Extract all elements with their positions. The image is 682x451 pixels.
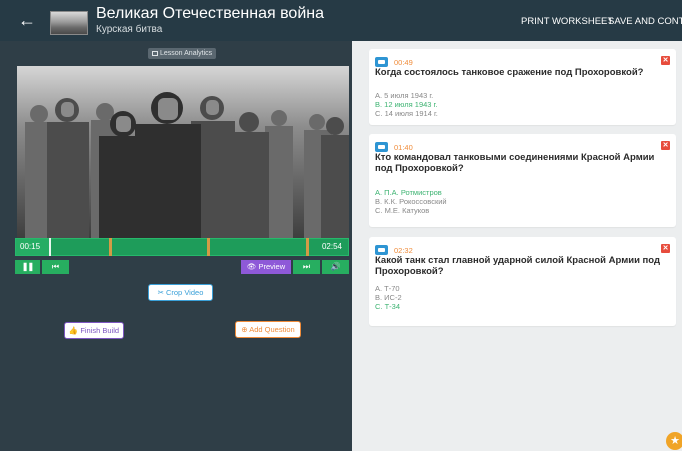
question-text: Кто командовал танковыми соединениями Кр… bbox=[375, 152, 655, 174]
video-still-image bbox=[17, 66, 349, 238]
answer-option: A. 5 июля 1943 г. bbox=[375, 91, 434, 100]
answer-option: C. М.Е. Катуков bbox=[375, 206, 430, 215]
save-and-continue-link[interactable]: SAVE AND CONTINUE bbox=[608, 16, 682, 27]
timeline-playhead[interactable] bbox=[49, 238, 52, 256]
back-arrow-icon[interactable]: ← bbox=[18, 10, 38, 30]
question-card[interactable]: 01:40 ✕ Кто командовал танковыми соедине… bbox=[369, 134, 676, 227]
answer-option: B. ИС-2 bbox=[375, 293, 402, 302]
question-card[interactable]: 02:32 ✕ Какой танк стал главной ударной … bbox=[369, 237, 676, 326]
lesson-thumbnail bbox=[50, 11, 88, 35]
delete-icon[interactable]: ✕ bbox=[661, 244, 670, 253]
question-type-icon bbox=[375, 245, 388, 255]
analytics-icon bbox=[152, 51, 158, 56]
question-type-icon bbox=[375, 142, 388, 152]
answer-option: B. К.К. Рокоссовский bbox=[375, 197, 447, 206]
question-marker[interactable] bbox=[206, 238, 210, 256]
star-badge-icon[interactable]: ★ bbox=[666, 432, 682, 450]
duration: 02:54 bbox=[321, 242, 342, 251]
question-time[interactable]: 02:32 bbox=[394, 246, 413, 255]
video-frame[interactable] bbox=[17, 66, 349, 238]
question-card[interactable]: 00:49 ✕ Когда состоялось танковое сражен… bbox=[369, 49, 676, 125]
current-time: 00:15 bbox=[20, 242, 41, 251]
volume-icon[interactable]: 🔊 bbox=[322, 260, 349, 274]
answer-option: C. Т-34 bbox=[375, 302, 401, 311]
skip-forward-icon[interactable]: ⏭ bbox=[293, 260, 320, 274]
answer-option: A. Т-70 bbox=[375, 284, 400, 293]
rewind-icon[interactable]: ⏮ bbox=[42, 260, 69, 274]
preview-button[interactable]: 👁 Preview bbox=[241, 260, 291, 274]
questions-panel: 00:49 ✕ Когда состоялось танковое сражен… bbox=[352, 41, 682, 451]
answer-option: C. 14 июля 1914 г. bbox=[375, 109, 438, 118]
answer-option: A. П.А. Ротмистров bbox=[375, 188, 442, 197]
question-text: Когда состоялось танковое сражение под П… bbox=[375, 67, 644, 78]
lesson-analytics-button[interactable]: Lesson Analytics bbox=[148, 48, 217, 59]
lesson-title: Великая Отечественная война bbox=[96, 5, 324, 22]
crop-video-button[interactable]: ✂ Crop Video bbox=[148, 284, 213, 301]
print-worksheet-link[interactable]: PRINT WORKSHEET bbox=[521, 16, 613, 27]
finish-build-button[interactable]: 👍 Finish Build bbox=[64, 322, 124, 339]
question-text: Какой танк стал главной ударной силой Кр… bbox=[375, 255, 660, 277]
delete-icon[interactable]: ✕ bbox=[661, 141, 670, 150]
pause-icon[interactable]: ❚❚ bbox=[15, 260, 40, 274]
add-question-button[interactable]: ⊕ Add Question bbox=[235, 321, 301, 338]
video-panel: Lesson Analytics 00:15 02:54 ❚❚ ⏮ 👁 Prev… bbox=[0, 41, 352, 451]
delete-icon[interactable]: ✕ bbox=[661, 56, 670, 65]
question-time[interactable]: 00:49 bbox=[394, 58, 413, 67]
question-marker[interactable] bbox=[306, 238, 310, 256]
question-marker[interactable] bbox=[109, 238, 113, 256]
top-bar: ← Великая Отечественная война Курская би… bbox=[0, 0, 682, 41]
answer-option: B. 12 июля 1943 г. bbox=[375, 100, 438, 109]
question-type-icon bbox=[375, 57, 388, 67]
question-time[interactable]: 01:40 bbox=[394, 143, 413, 152]
video-timeline[interactable]: 00:15 02:54 bbox=[15, 238, 349, 256]
lesson-analytics-label: Lesson Analytics bbox=[160, 50, 213, 57]
lesson-subtitle: Курская битва bbox=[96, 24, 163, 35]
